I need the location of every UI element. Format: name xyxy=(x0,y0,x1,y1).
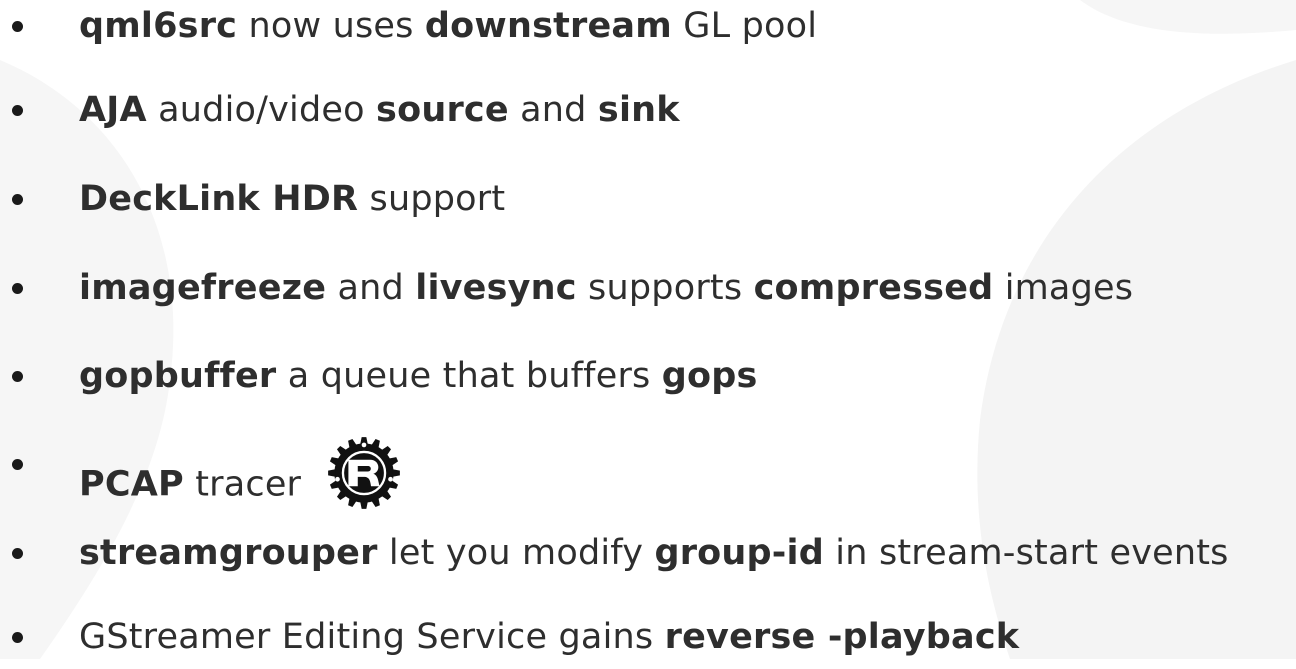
bullet-text: GStreamer Editing Service gains reverse … xyxy=(79,613,1019,661)
text: audio/video xyxy=(146,90,377,130)
bold-text: downstream xyxy=(424,6,672,46)
text: GStreamer Editing Service gains xyxy=(79,617,665,657)
bullet-text: gopbuffer a queue that buffers gops xyxy=(79,352,758,400)
bold-text: compressed xyxy=(753,268,994,308)
bullet-text: imagefreeze and livesync supports compre… xyxy=(79,264,1133,312)
bullet-text: qml6src now uses downstream GL pool xyxy=(79,2,817,50)
bold-text: gopbuffer xyxy=(79,356,277,396)
bold-text: imagefreeze xyxy=(79,268,327,308)
text: tracer xyxy=(183,464,302,505)
bullet-text: PCAP tracer xyxy=(79,437,403,531)
text: images xyxy=(993,268,1134,308)
list-item: gopbuffer a queue that buffers gops xyxy=(0,352,1296,408)
bold-text: reverse -playback xyxy=(664,617,1020,657)
list-item: imagefreeze and livesync supports compre… xyxy=(0,264,1296,320)
bullet-dot xyxy=(12,548,23,559)
text: and xyxy=(326,268,416,308)
bullet-text: DeckLink HDR support xyxy=(79,175,505,223)
bullet-dot xyxy=(12,105,23,116)
bullet-dot xyxy=(12,21,23,32)
slide: qml6src now uses downstream GL pool AJA … xyxy=(0,0,1296,659)
rust-logo-icon xyxy=(325,434,403,525)
bullet-dot xyxy=(12,194,23,205)
text: supports xyxy=(576,268,754,308)
list-item: streamgrouper let you modify group-id in… xyxy=(0,529,1296,585)
list-item: DeckLink HDR support xyxy=(0,175,1296,231)
list-item: PCAP tracer xyxy=(0,437,1296,509)
bold-text: PCAP xyxy=(79,464,184,505)
list-item: qml6src now uses downstream GL pool xyxy=(0,2,1296,58)
bullet-dot xyxy=(12,632,23,643)
bold-text: gops xyxy=(661,356,758,396)
list-item: AJA audio/video source and sink xyxy=(0,86,1296,142)
bullet-text: AJA audio/video source and sink xyxy=(79,86,680,134)
text: let you modify xyxy=(377,533,655,573)
text: GL pool xyxy=(671,6,818,46)
text: support xyxy=(358,179,506,219)
bullet-dot xyxy=(12,459,23,470)
bold-text: source xyxy=(376,90,509,130)
bold-text: livesync xyxy=(415,268,577,308)
text: and xyxy=(508,90,598,130)
bullet-dot xyxy=(12,371,23,382)
bullet-text: streamgrouper let you modify group-id in… xyxy=(79,529,1229,577)
bold-text: streamgrouper xyxy=(79,533,378,573)
text: now uses xyxy=(237,6,425,46)
bold-text: DeckLink HDR xyxy=(79,179,359,219)
bold-text: group-id xyxy=(654,533,824,573)
list-item: GStreamer Editing Service gains reverse … xyxy=(0,613,1296,669)
bold-text: qml6src xyxy=(79,6,238,46)
bold-text: sink xyxy=(597,90,680,130)
text: a queue that buffers xyxy=(276,356,662,396)
text: in stream-start events xyxy=(823,533,1229,573)
bullet-dot xyxy=(12,283,23,294)
bold-text: AJA xyxy=(79,90,147,130)
